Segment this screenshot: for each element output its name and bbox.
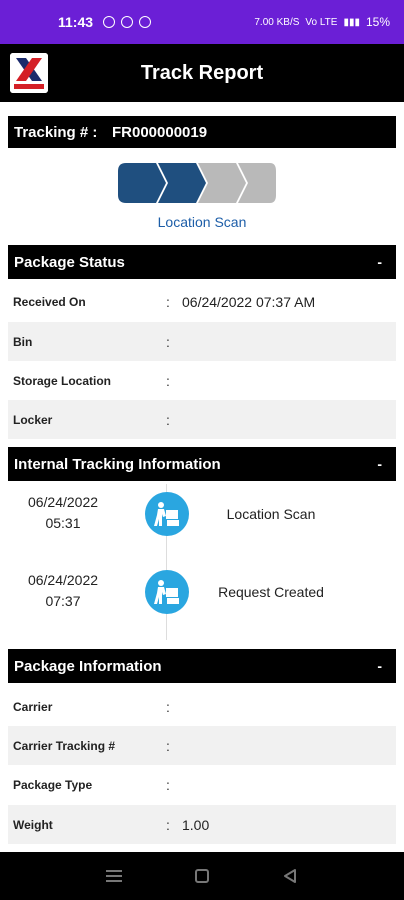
internal-tracking-header[interactable]: Internal Tracking Information -	[8, 447, 396, 481]
app-icon	[139, 16, 152, 28]
app-logo[interactable]	[10, 53, 48, 93]
field-separator: :	[166, 333, 170, 350]
field-label: Received On	[13, 294, 86, 309]
status-time: 11:43	[58, 14, 94, 30]
delivery-person-icon	[145, 492, 189, 536]
signal-icon: ▮▮▮	[343, 16, 360, 28]
package-status-header[interactable]: Package Status -	[8, 245, 396, 279]
notification-icons	[103, 16, 152, 28]
field-label: Package Type	[13, 777, 93, 792]
menu-icon	[106, 870, 122, 882]
field-separator: :	[166, 698, 170, 715]
event-date: 06/24/2022	[27, 494, 99, 510]
delivery-person-icon	[145, 570, 189, 614]
status-bar: 11:43 7.00 KB/S Vo LTE ▮▮▮ 15%	[0, 0, 404, 44]
field-label: Locker	[13, 412, 53, 427]
collapse-toggle-icon[interactable]: -	[377, 254, 382, 270]
field-label: Carrier	[13, 699, 53, 714]
weight-row: Weight : 1.00	[8, 805, 396, 844]
field-label: Carrier Tracking #	[13, 738, 116, 753]
app-header: Track Report	[0, 44, 404, 102]
field-label: Weight	[13, 817, 53, 832]
network-type: Vo LTE	[305, 16, 338, 28]
field-separator: :	[166, 737, 170, 754]
battery-level: 15%	[365, 15, 390, 29]
field-value: 1.00	[182, 816, 210, 833]
tracking-number-bar: Tracking # : FR000000019	[8, 116, 396, 148]
recent-apps-button[interactable]	[104, 866, 124, 886]
page-title: Track Report	[140, 61, 264, 84]
event-datetime: 06/24/2022 07:37	[8, 570, 118, 612]
section-title: Package Status	[14, 253, 125, 271]
locker-row: Locker :	[8, 400, 396, 439]
collapse-toggle-icon[interactable]: -	[377, 658, 382, 674]
event-datetime: 06/24/2022 05:31	[8, 492, 118, 534]
event-status: Location Scan	[226, 506, 316, 522]
timeline-event: 06/24/2022 07:37 Request Created	[8, 570, 396, 628]
tracking-timeline: 06/24/2022 05:31 Location Scan 06/24/202…	[8, 484, 396, 640]
field-separator: :	[166, 816, 170, 833]
received-on-row: Received On : 06/24/2022 07:37 AM	[8, 282, 396, 321]
section-title: Internal Tracking Information	[14, 455, 221, 473]
tracking-label: Tracking # :	[14, 123, 98, 141]
field-separator: :	[166, 293, 170, 310]
package-information-header[interactable]: Package Information -	[8, 649, 396, 683]
home-button[interactable]	[192, 866, 212, 886]
progress-steps	[118, 163, 276, 203]
field-separator: :	[166, 372, 170, 389]
network-speed: 7.00 KB/S	[254, 16, 300, 28]
back-button[interactable]	[280, 866, 300, 886]
field-value: 06/24/2022 07:37 AM	[182, 293, 316, 310]
field-separator: :	[166, 776, 170, 793]
event-date: 06/24/2022	[27, 572, 99, 588]
bin-row: Bin :	[8, 322, 396, 361]
telegram-icon	[121, 16, 134, 28]
progress-step-1	[118, 163, 166, 203]
event-status: Request Created	[218, 584, 324, 600]
tracking-number: FR000000019	[112, 123, 208, 141]
section-title: Package Information	[14, 657, 162, 675]
timeline-event: 06/24/2022 05:31 Location Scan	[8, 492, 396, 550]
whatsapp-icon	[103, 16, 116, 28]
collapse-toggle-icon[interactable]: -	[377, 456, 382, 472]
carrier-tracking-row: Carrier Tracking # :	[8, 726, 396, 765]
status-indicators: 7.00 KB/S Vo LTE ▮▮▮ 15%	[254, 15, 390, 29]
package-type-row: Package Type :	[8, 765, 396, 804]
progress-current-step: Location Scan	[157, 214, 247, 230]
storage-location-row: Storage Location :	[8, 361, 396, 400]
event-time: 05:31	[45, 515, 81, 531]
back-icon	[284, 869, 296, 883]
home-icon	[195, 869, 209, 883]
field-separator: :	[166, 411, 170, 428]
field-label: Storage Location	[13, 373, 112, 388]
field-label: Bin	[13, 334, 33, 349]
system-navigation-bar	[0, 852, 404, 900]
carrier-row: Carrier :	[8, 687, 396, 726]
event-time: 07:37	[45, 593, 81, 609]
